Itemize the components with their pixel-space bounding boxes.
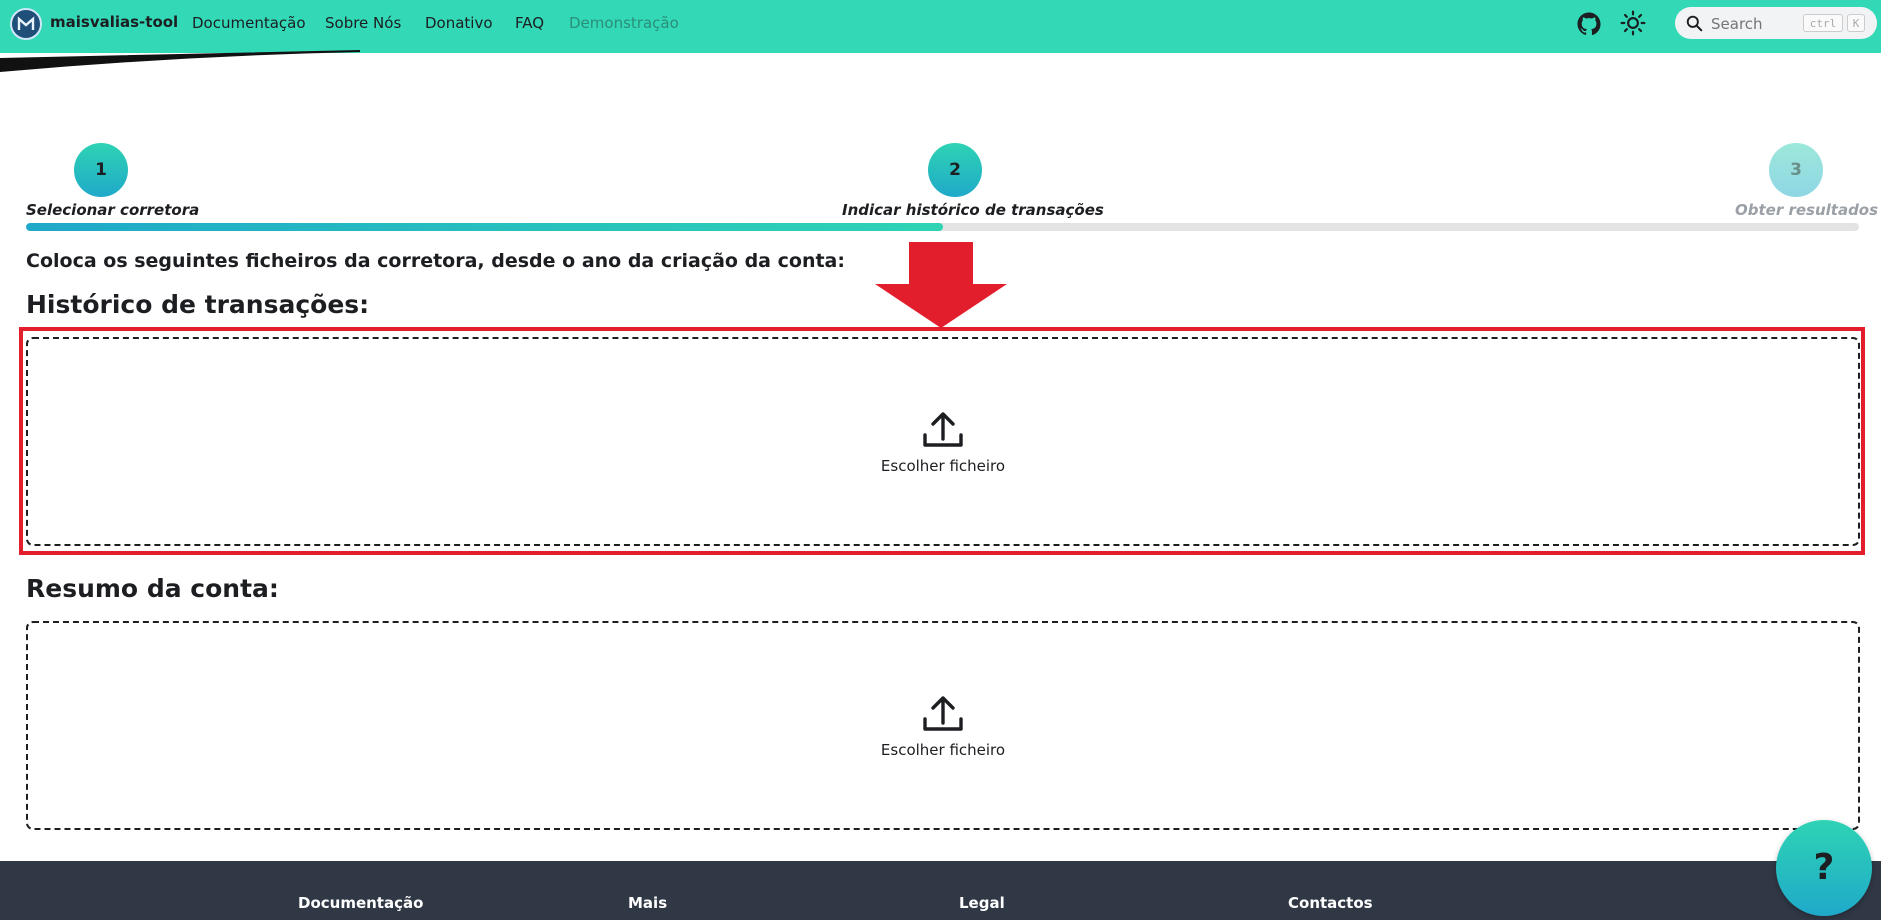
footer-title-documentacao: Documentação (298, 894, 424, 912)
nav-link-demonstracao[interactable]: Demonstração (569, 14, 679, 32)
nav-link-sobre-nos[interactable]: Sobre Nós (325, 14, 401, 32)
upload-icon (923, 696, 963, 731)
footer-title-mais: Mais (628, 894, 668, 912)
dropzone-account-summary[interactable]: Escolher ficheiro (26, 621, 1860, 830)
upload-instructions: Coloca os seguintes ficheiros da correto… (26, 250, 845, 272)
step-1-circle: 1 (74, 143, 128, 197)
navbar: maisvalias-tool Documentação Sobre Nós D… (0, 0, 1881, 53)
step-2-label: Indicar histórico de transações (842, 201, 1104, 219)
github-icon[interactable] (1577, 12, 1601, 36)
stepper-progress-fill (26, 223, 943, 231)
search-box[interactable]: ctrl K (1675, 7, 1877, 39)
step-3-circle: 3 (1769, 143, 1823, 197)
red-arrow-icon (875, 242, 1007, 328)
nav-link-donativo[interactable]: Donativo (425, 14, 493, 32)
nav-link-faq[interactable]: FAQ (515, 14, 544, 32)
brand-title[interactable]: maisvalias-tool (50, 13, 178, 31)
logo-icon[interactable] (10, 8, 42, 40)
shortcut-key-k: K (1847, 14, 1865, 32)
help-button[interactable]: ? (1776, 820, 1872, 916)
navbar-decoration (0, 50, 360, 72)
sun-icon[interactable] (1620, 10, 1646, 36)
footer-title-legal: Legal (959, 894, 1005, 912)
step-2-circle: 2 (928, 143, 982, 197)
step-1-label: Selecionar corretora (26, 201, 200, 219)
footer-title-contactos: Contactos (1288, 894, 1373, 912)
shortcut-key-ctrl: ctrl (1803, 14, 1843, 32)
footer: Documentação Mais Legal Contactos (0, 861, 1881, 920)
highlight-box (19, 327, 1865, 555)
search-icon (1686, 15, 1703, 32)
upload-label[interactable]: Escolher ficheiro (28, 741, 1858, 759)
step-3-label: Obter resultados (1735, 201, 1879, 219)
section-title-account-summary: Resumo da conta: (26, 574, 279, 603)
stepper-progress-track (26, 223, 1859, 231)
section-title-transactions: Histórico de transações: (26, 290, 370, 319)
nav-link-documentacao[interactable]: Documentação (192, 14, 306, 32)
